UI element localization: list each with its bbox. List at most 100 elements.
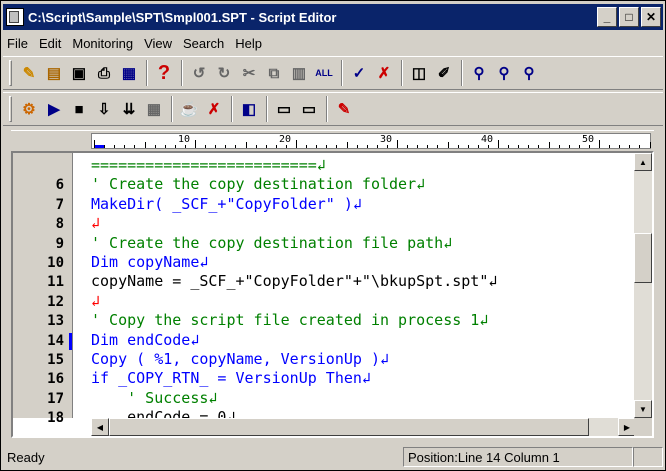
title-bar[interactable]: C:\Script\Sample\SPT\Smpl001.SPT - Scrip… [3,4,663,30]
scroll-corner [634,418,652,436]
scroll-left-icon[interactable]: ◀ [91,418,109,436]
new-file-icon[interactable]: ✎ [17,61,41,85]
code-line[interactable]: ' Create the copy destination file path↲ [91,234,452,253]
ruler-tick [326,145,328,148]
minimize-button[interactable]: _ [597,7,617,27]
ruler-tick [528,145,530,148]
window-icon[interactable]: ▭ [272,97,296,121]
properties-icon[interactable]: ▦ [117,61,141,85]
redo-icon[interactable]: ↻ [212,61,236,85]
select-all-icon[interactable]: ALL [312,61,336,85]
breakpoint-list-icon[interactable]: ▦ [142,97,166,121]
set-breakpoint-icon[interactable]: ☕ [177,97,201,121]
code-line[interactable]: MakeDir( _SCF_+"CopyFolder" )↲ [91,195,362,214]
menu-view[interactable]: View [144,36,172,51]
toolbar-run: ⚙ ▶ ■ ⇩ ⇊ ▦ ☕ ✗ ◧ ▭ ▭ ✎ [3,92,663,126]
code-line[interactable]: ↲ [91,214,100,233]
line-number: 18 [47,410,64,427]
new-window-icon[interactable]: ▭ [297,97,321,121]
code-line[interactable]: Dim endCode↲ [91,331,199,350]
check-icon[interactable]: ✓ [347,61,371,85]
delete-check-icon[interactable]: ✗ [372,61,396,85]
ruler-tick [205,145,207,148]
print-icon[interactable]: ⎙ [92,61,116,85]
menu-help[interactable]: Help [235,36,262,51]
ruler-tick [144,142,146,148]
code-line[interactable]: ' Create the copy destination folder↲ [91,175,425,194]
code-line[interactable]: ' Success↲ [91,389,217,408]
menu-search[interactable]: Search [183,36,224,51]
ruler-tick [397,140,398,148]
code-editor[interactable]: 6 7 8 9 10 11 12 13 14 15 16 17 18 =================… [11,151,654,438]
ruler-tick [316,145,318,148]
code-line[interactable]: if _COPY_RTN_ = VersionUp Then↲ [91,369,371,388]
current-line-marker [69,333,72,350]
ruler-label: 20 [279,134,292,145]
horizontal-scroll-thumb[interactable] [109,418,589,436]
ruler-tick [649,142,651,148]
copy-icon[interactable]: ⧉ [262,61,286,85]
vertical-scrollbar[interactable]: ▲ ▼ [634,153,652,418]
step-icon[interactable]: ⇩ [92,97,116,121]
step-over-icon[interactable]: ⇊ [117,97,141,121]
menu-file[interactable]: File [7,36,28,51]
vertical-scroll-thumb[interactable] [634,233,652,283]
stop-icon[interactable]: ■ [67,97,91,121]
compare-icon[interactable]: ◫ [407,61,431,85]
clear-breakpoint-icon[interactable]: ✗ [202,97,226,121]
ruler-tick [366,145,368,148]
indent-marker[interactable] [94,145,104,148]
ruler-label: 40 [481,134,494,145]
line-number: 8 [55,216,64,233]
open-file-icon[interactable]: ▤ [42,61,66,85]
find-previous-icon[interactable]: ⚲ [517,61,541,85]
watch-icon[interactable]: ◧ [237,97,261,121]
code-line[interactable]: ' Copy the script file created in proces… [91,311,488,330]
line-number: 17 [47,390,64,407]
ruler-label: 10 [178,134,191,145]
ruler-tick [114,145,116,148]
debug-icon[interactable]: ⚙ [17,97,41,121]
code-line[interactable]: =========================↲ [91,156,326,175]
app-icon[interactable] [6,8,24,26]
ruler-tick [629,145,631,148]
line-number: 15 [47,352,64,368]
toolbar-grip[interactable] [9,60,12,86]
code-line[interactable]: copyName = _SCF_+"CopyFolder"+"\bkupSpt.… [91,272,497,291]
code-area[interactable]: =========================↲ ' Create the c… [91,153,636,418]
marker-margin[interactable] [69,153,91,418]
code-line[interactable]: ↲ [91,292,100,311]
cut-icon[interactable]: ✂ [237,61,261,85]
find-next-icon[interactable]: ⚲ [492,61,516,85]
maximize-button[interactable]: □ [619,7,639,27]
ruler-tick [164,145,166,148]
cursor-position: Position:Line 14 Column 1 [403,447,633,467]
edit-icon[interactable]: ✐ [432,61,456,85]
horizontal-scrollbar[interactable]: ◀ ▶ [91,418,636,436]
ruler-tick [356,145,358,148]
scroll-up-icon[interactable]: ▲ [634,153,652,171]
help-icon[interactable]: ? [152,61,176,85]
scroll-down-icon[interactable]: ▼ [634,400,652,418]
menu-bar: File Edit Monitoring View Search Help [3,32,663,54]
close-button[interactable]: ✕ [641,7,661,27]
code-line[interactable]: Copy ( %1, copyName, VersionUp )↲ [91,350,389,369]
menu-monitoring[interactable]: Monitoring [72,36,133,51]
paste-icon[interactable]: ▥ [287,61,311,85]
window-title: C:\Script\Sample\SPT\Smpl001.SPT - Scrip… [28,9,337,25]
settings-icon[interactable]: ✎ [332,97,356,121]
line-number: 12 [47,293,64,310]
undo-icon[interactable]: ↺ [187,61,211,85]
code-line[interactable]: endCode = 0↲ [91,408,235,418]
code-line[interactable]: Dim copyName↲ [91,253,208,272]
ruler-tick [498,140,499,148]
toolbar-grip[interactable] [9,96,12,122]
ruler-tick [104,145,106,148]
run-icon[interactable]: ▶ [42,97,66,121]
ruler-tick [285,145,287,148]
line-number: 9 [55,235,64,252]
find-icon[interactable]: ⚲ [467,61,491,85]
menu-edit[interactable]: Edit [39,36,61,51]
save-icon[interactable]: ▣ [67,61,91,85]
ruler-tick [457,145,459,148]
